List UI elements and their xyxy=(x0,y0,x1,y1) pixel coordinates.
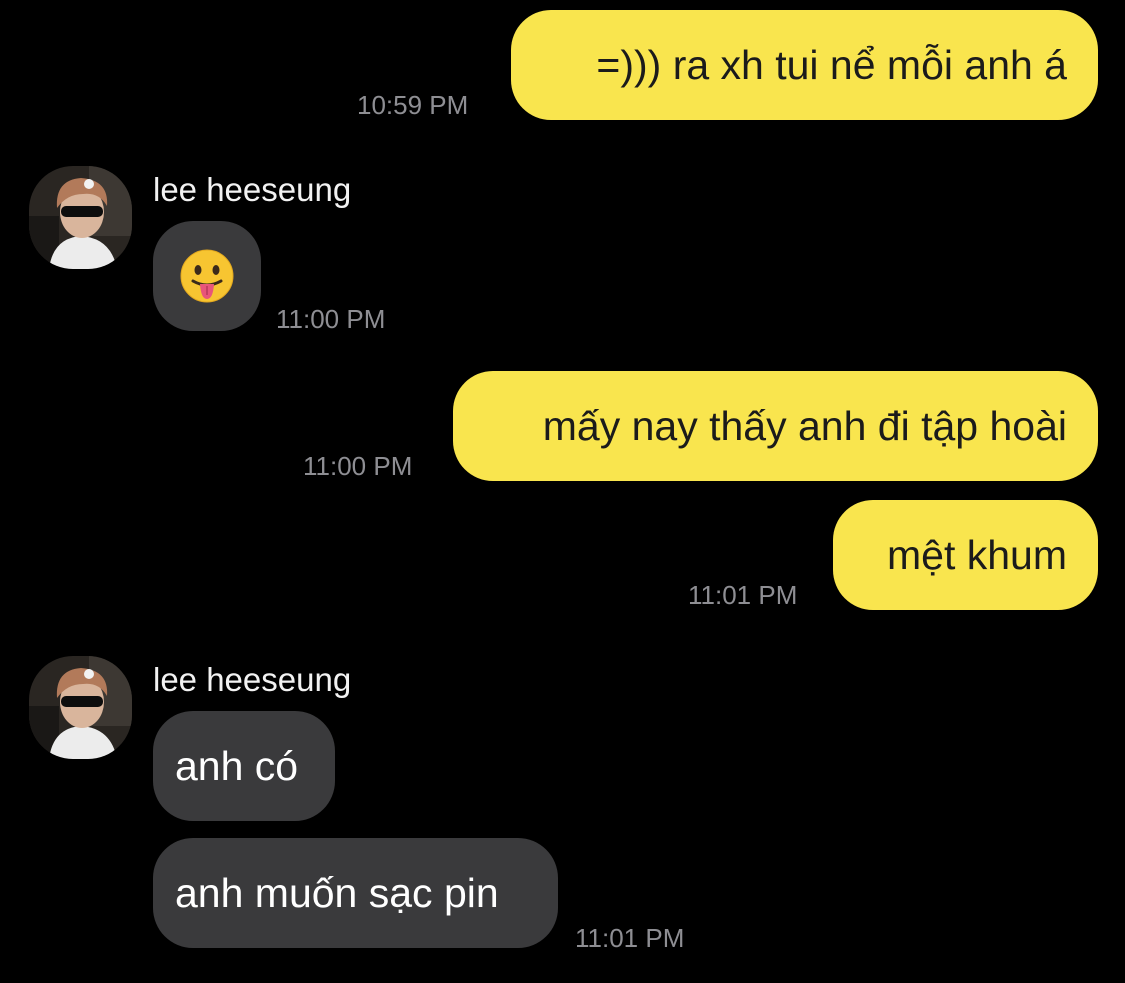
sender-name: lee heeseung xyxy=(153,171,352,208)
message-text: mệt khum xyxy=(887,531,1067,578)
message-text: anh có xyxy=(175,742,299,789)
avatar[interactable] xyxy=(29,656,132,759)
message-timestamp: 10:59 PM xyxy=(357,90,469,120)
message-timestamp: 11:00 PM xyxy=(303,451,413,481)
message-timestamp: 11:00 PM xyxy=(276,304,386,334)
incoming-message-bubble[interactable]: anh có xyxy=(153,711,335,821)
message-timestamp: 11:01 PM xyxy=(688,580,798,610)
incoming-message-bubble[interactable] xyxy=(153,221,261,331)
avatar[interactable] xyxy=(29,166,132,269)
incoming-message-bubble[interactable]: anh muốn sạc pin xyxy=(153,838,558,948)
outgoing-message-bubble[interactable]: mấy nay thấy anh đi tập hoài xyxy=(453,371,1098,481)
avatar-photo xyxy=(29,166,132,269)
outgoing-message-bubble[interactable]: mệt khum xyxy=(833,500,1098,610)
message-text: anh muốn sạc pin xyxy=(175,869,499,916)
face-with-tongue-icon xyxy=(180,249,234,303)
message-text: mấy nay thấy anh đi tập hoài xyxy=(542,402,1067,449)
message-text: =))) ra xh tui nể mỗi anh á xyxy=(596,41,1067,88)
message-timestamp: 11:01 PM xyxy=(575,923,685,953)
avatar-photo xyxy=(29,656,132,759)
sender-name: lee heeseung xyxy=(153,661,352,698)
chat-thread: =))) ra xh tui nể mỗi anh á 10:59 PM lee… xyxy=(0,0,1125,983)
outgoing-message-bubble[interactable]: =))) ra xh tui nể mỗi anh á xyxy=(511,10,1098,120)
